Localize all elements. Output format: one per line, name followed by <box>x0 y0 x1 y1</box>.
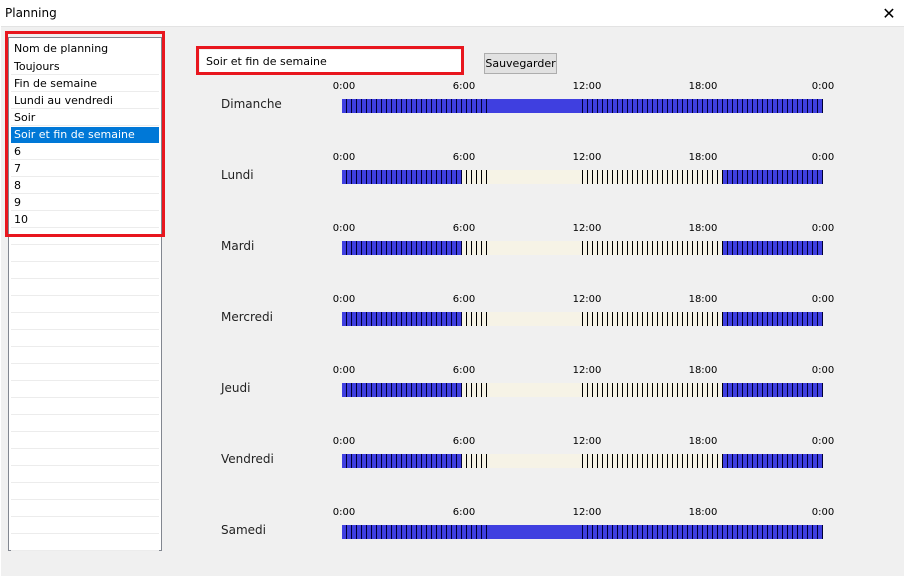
time-slot[interactable] <box>817 312 824 326</box>
list-empty-row <box>11 467 159 483</box>
list-header: Nom de planning <box>14 42 109 55</box>
day-label: Lundi <box>221 168 254 182</box>
time-tick-label: 0:00 <box>332 294 356 305</box>
list-item[interactable]: 10 <box>11 212 159 228</box>
time-tick-label: 18:00 <box>688 294 718 305</box>
day-label: Samedi <box>221 523 266 537</box>
time-tick-label: 0:00 <box>811 152 835 163</box>
list-empty-row <box>11 382 159 398</box>
time-tick-label: 0:00 <box>811 365 835 376</box>
planning-name-input[interactable] <box>200 50 462 72</box>
day-schedule-bar[interactable] <box>342 170 824 184</box>
day-schedule-bar[interactable] <box>342 383 824 397</box>
day-schedule-bar[interactable] <box>342 525 824 539</box>
day-label: Dimanche <box>221 97 282 111</box>
time-slot[interactable] <box>817 383 824 397</box>
time-tick-label: 18:00 <box>688 223 718 234</box>
list-item[interactable]: Soir et fin de semaine <box>11 127 159 143</box>
list-item[interactable]: 9 <box>11 195 159 211</box>
time-tick-label: 0:00 <box>332 365 356 376</box>
list-item[interactable]: Fin de semaine <box>11 76 159 92</box>
time-tick-label: 6:00 <box>452 81 476 92</box>
close-icon: ✕ <box>882 3 896 23</box>
list-empty-row <box>11 433 159 449</box>
day-label: Vendredi <box>221 452 274 466</box>
time-slot[interactable] <box>817 170 824 184</box>
day-schedule-bar[interactable] <box>342 454 824 468</box>
list-empty-row <box>11 416 159 432</box>
time-tick-label: 12:00 <box>572 152 602 163</box>
time-tick-label: 0:00 <box>811 436 835 447</box>
time-tick-label: 0:00 <box>332 81 356 92</box>
day-schedule-bar[interactable] <box>342 99 824 113</box>
time-tick-label: 6:00 <box>452 365 476 376</box>
title-bar: Planning ✕ <box>0 0 905 26</box>
time-slot[interactable] <box>817 525 824 539</box>
time-tick-label: 12:00 <box>572 294 602 305</box>
list-empty-row <box>11 535 159 551</box>
time-tick-label: 0:00 <box>332 436 356 447</box>
list-empty-row <box>11 229 159 245</box>
day-label: Jeudi <box>221 381 251 395</box>
day-label: Mardi <box>221 239 255 253</box>
list-empty-row <box>11 314 159 330</box>
close-button[interactable]: ✕ <box>873 0 905 26</box>
day-schedule-bar[interactable] <box>342 312 824 326</box>
day-schedule-bar[interactable] <box>342 241 824 255</box>
list-empty-row <box>11 450 159 466</box>
day-label: Mercredi <box>221 310 274 324</box>
list-empty-row <box>11 518 159 534</box>
list-item[interactable]: 6 <box>11 144 159 160</box>
list-item[interactable]: 8 <box>11 178 159 194</box>
time-tick-label: 18:00 <box>688 81 718 92</box>
list-item[interactable]: Soir <box>11 110 159 126</box>
time-tick-label: 0:00 <box>332 223 356 234</box>
list-empty-row <box>11 297 159 313</box>
time-tick-label: 18:00 <box>688 507 718 518</box>
list-empty-row <box>11 484 159 500</box>
list-empty-row <box>11 348 159 364</box>
time-tick-label: 18:00 <box>688 365 718 376</box>
window-title: Planning <box>5 6 57 20</box>
planning-list[interactable]: Nom de planning Toujours Fin de semaine Lu… <box>8 37 162 551</box>
list-item[interactable]: Toujours <box>11 59 159 75</box>
time-tick-label: 6:00 <box>452 223 476 234</box>
time-tick-label: 18:00 <box>688 436 718 447</box>
time-tick-label: 0:00 <box>332 507 356 518</box>
save-button[interactable]: Sauvegarder <box>484 53 557 74</box>
time-tick-label: 0:00 <box>811 223 835 234</box>
time-tick-label: 6:00 <box>452 436 476 447</box>
time-tick-label: 6:00 <box>452 152 476 163</box>
time-tick-label: 12:00 <box>572 507 602 518</box>
list-item[interactable]: Lundi au vendredi <box>11 93 159 109</box>
time-tick-label: 18:00 <box>688 152 718 163</box>
list-empty-row <box>11 280 159 296</box>
time-slot[interactable] <box>817 241 824 255</box>
time-tick-label: 12:00 <box>572 81 602 92</box>
list-empty-row <box>11 246 159 262</box>
time-slot[interactable] <box>817 454 824 468</box>
time-tick-label: 0:00 <box>332 152 356 163</box>
time-tick-label: 0:00 <box>811 294 835 305</box>
list-item[interactable]: 7 <box>11 161 159 177</box>
list-empty-row <box>11 399 159 415</box>
time-tick-label: 0:00 <box>811 81 835 92</box>
time-tick-label: 6:00 <box>452 507 476 518</box>
time-tick-label: 12:00 <box>572 436 602 447</box>
time-tick-label: 0:00 <box>811 507 835 518</box>
list-empty-row <box>11 331 159 347</box>
list-empty-row <box>11 263 159 279</box>
time-tick-label: 6:00 <box>452 294 476 305</box>
list-empty-row <box>11 365 159 381</box>
window-client: Nom de planning Toujours Fin de semaine Lu… <box>1 26 904 576</box>
list-empty-row <box>11 501 159 517</box>
time-tick-label: 12:00 <box>572 365 602 376</box>
time-slot[interactable] <box>817 99 824 113</box>
time-tick-label: 12:00 <box>572 223 602 234</box>
